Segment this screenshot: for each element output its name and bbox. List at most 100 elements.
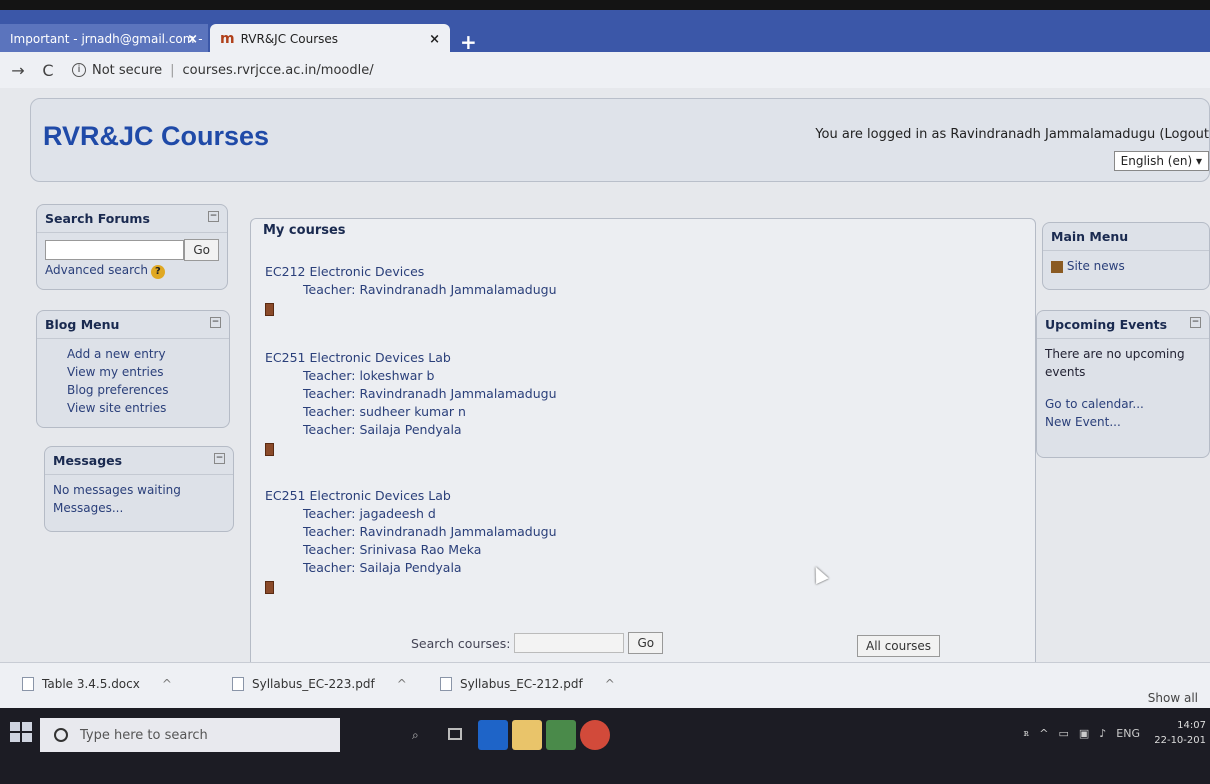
info-icon[interactable]: i (72, 63, 86, 77)
security-label: Not secure (92, 62, 163, 78)
course-info-icon[interactable] (265, 303, 274, 316)
pdf-file-icon (232, 677, 244, 691)
forward-arrow-icon[interactable]: → (6, 61, 30, 80)
close-icon[interactable]: × (429, 32, 440, 47)
block-body: No messages waiting Messages... (45, 475, 233, 523)
teacher-line[interactable]: Teacher: sudheer kumar n (303, 403, 1015, 421)
forum-search-input[interactable] (45, 240, 185, 260)
tab-rvrjc-courses[interactable]: m RVR&JC Courses × (210, 24, 450, 54)
clock-time: 14:07 (1177, 720, 1206, 731)
main-menu-block: Main Menu Site news (1042, 222, 1210, 290)
teacher-line[interactable]: Teacher: Ravindranadh Jammalamadugu (303, 523, 1015, 541)
reload-icon[interactable]: C (36, 61, 60, 80)
course-item: EC251 Electronic Devices Lab Teacher: ja… (255, 487, 1015, 594)
upcoming-events-block: Upcoming Events − There are no upcoming … (1036, 310, 1210, 458)
site-header: RVR&JC Courses You are logged in as Ravi… (30, 98, 1210, 182)
close-icon[interactable]: × (187, 32, 198, 47)
blog-view-entries-link[interactable]: View my entries (67, 363, 221, 381)
calendar-link[interactable]: Go to calendar... (1045, 395, 1201, 413)
teacher-line[interactable]: Teacher: Sailaja Pendyala (303, 559, 1015, 577)
microphone-icon[interactable]: ⌕ (412, 728, 419, 743)
windows-start-icon[interactable] (10, 722, 32, 742)
news-icon (1051, 260, 1063, 273)
teacher-line[interactable]: Teacher: lokeshwar b (303, 367, 1015, 385)
collapse-icon[interactable]: − (1190, 317, 1201, 328)
network-icon[interactable]: ▣ (1079, 727, 1089, 740)
people-icon[interactable]: ꭱ (1024, 726, 1029, 740)
site-news-link[interactable]: Site news (1067, 259, 1125, 273)
download-filename[interactable]: Syllabus_EC-212.pdf (460, 677, 583, 691)
blog-preferences-link[interactable]: Blog preferences (67, 381, 221, 399)
site-title[interactable]: RVR&JC Courses (43, 121, 269, 152)
edge-browser-icon[interactable] (478, 720, 508, 750)
course-link[interactable]: EC212 Electronic Devices (265, 263, 1015, 281)
blog-site-entries-link[interactable]: View site entries (67, 399, 221, 417)
forum-search-go-button[interactable]: Go (184, 239, 219, 261)
chevron-up-icon[interactable]: ^ (605, 677, 615, 691)
battery-icon[interactable]: ▭ (1058, 727, 1068, 740)
chrome-icon[interactable] (580, 720, 610, 750)
chevron-up-icon[interactable]: ^ (397, 677, 407, 691)
page-content: RVR&JC Courses You are logged in as Ravi… (0, 88, 1210, 668)
events-status: There are no upcoming events (1045, 347, 1185, 379)
media-player-icon[interactable] (546, 720, 576, 750)
block-body: Go Advanced search? (37, 233, 227, 285)
download-filename[interactable]: Syllabus_EC-223.pdf (252, 677, 375, 691)
teacher-line[interactable]: Teacher: Ravindranadh Jammalamadugu (303, 281, 1015, 299)
search-courses-go-button[interactable]: Go (628, 632, 664, 654)
volume-icon[interactable]: ♪ (1099, 727, 1106, 740)
address-bar[interactable]: i Not secure | courses.rvrjcce.ac.in/moo… (72, 63, 374, 78)
download-item[interactable]: Syllabus_EC-223.pdf ^ (232, 677, 407, 691)
taskbar-clock[interactable]: 14:07 22-10-201 (1154, 718, 1206, 748)
course-link[interactable]: EC251 Electronic Devices Lab (265, 487, 1015, 505)
all-courses-button[interactable]: All courses (857, 635, 941, 657)
task-view-icon[interactable] (448, 728, 462, 740)
file-explorer-icon[interactable] (512, 720, 542, 750)
blog-add-entry-link[interactable]: Add a new entry (67, 345, 221, 363)
course-item: EC251 Electronic Devices Lab Teacher: lo… (255, 349, 1015, 456)
teacher-line[interactable]: Teacher: Sailaja Pendyala (303, 421, 1015, 439)
tab-label: RVR&JC Courses (240, 32, 339, 46)
teacher-line[interactable]: Teacher: Ravindranadh Jammalamadugu (303, 385, 1015, 403)
block-body: Add a new entry View my entries Blog pre… (37, 339, 229, 423)
search-forums-block: Search Forums − Go Advanced search? (36, 204, 228, 290)
language-select[interactable]: English (en) ▾ (1113, 151, 1209, 171)
new-event-link[interactable]: New Event... (1045, 413, 1201, 431)
address-separator: | (170, 62, 175, 78)
download-filename[interactable]: Table 3.4.5.docx (42, 677, 140, 691)
chevron-up-icon[interactable]: ^ (1039, 727, 1048, 740)
cortana-icon (54, 728, 68, 742)
block-title-text: Search Forums (45, 211, 150, 226)
tab-gmail[interactable]: Important - jrnadh@gmail.com - × (0, 24, 208, 54)
new-tab-button[interactable]: + (460, 30, 477, 54)
clock-date: 22-10-201 (1154, 735, 1206, 746)
download-item[interactable]: Table 3.4.5.docx ^ (22, 677, 172, 691)
messages-link[interactable]: Messages... (53, 499, 225, 517)
teacher-line[interactable]: Teacher: jagadeesh d (303, 505, 1015, 523)
teacher-line[interactable]: Teacher: Srinivasa Rao Meka (303, 541, 1015, 559)
course-link[interactable]: EC251 Electronic Devices Lab (265, 349, 1015, 367)
show-all-button[interactable]: Show all (1148, 691, 1198, 705)
collapse-icon[interactable]: − (210, 317, 221, 328)
taskbar-search[interactable]: Type here to search (40, 718, 340, 752)
url-text[interactable]: courses.rvrjcce.ac.in/moodle/ (183, 63, 374, 78)
help-icon[interactable]: ? (150, 265, 165, 279)
course-info-icon[interactable] (265, 443, 274, 456)
messages-status: No messages waiting (53, 483, 181, 497)
collapse-icon[interactable]: − (208, 211, 219, 222)
download-item[interactable]: Syllabus_EC-212.pdf ^ (440, 677, 615, 691)
advanced-search-row: Advanced search? (45, 261, 219, 279)
collapse-icon[interactable]: − (214, 453, 225, 464)
course-info-icon[interactable] (265, 581, 274, 594)
chevron-up-icon[interactable]: ^ (162, 677, 172, 691)
taskbar-search-placeholder: Type here to search (80, 727, 208, 743)
input-language[interactable]: ENG (1116, 727, 1140, 740)
block-title: Search Forums − (37, 205, 227, 233)
block-title-text: Upcoming Events (1045, 317, 1168, 332)
login-info[interactable]: You are logged in as Ravindranadh Jammal… (815, 127, 1209, 142)
search-courses-input[interactable] (514, 633, 625, 653)
my-courses-title: My courses (263, 223, 346, 238)
downloads-bar: Table 3.4.5.docx ^ Syllabus_EC-223.pdf ^… (0, 662, 1210, 708)
advanced-search-link[interactable]: Advanced search (45, 263, 148, 277)
